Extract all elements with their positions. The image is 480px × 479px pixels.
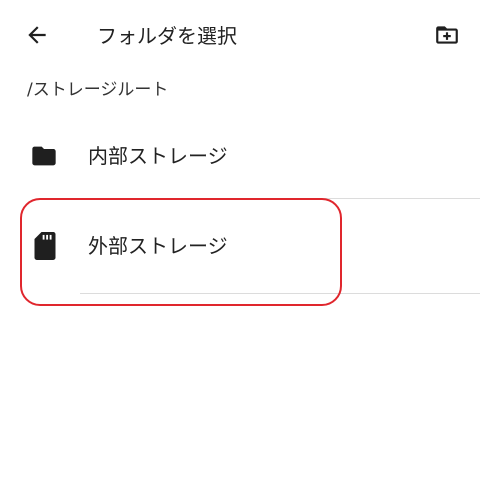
- arrow-left-icon: [24, 22, 50, 52]
- folder-icon: [30, 142, 58, 174]
- storage-item-external[interactable]: 外部ストレージ: [0, 199, 480, 294]
- app-toolbar: フォルダを選択: [0, 0, 480, 72]
- current-path: /ストレージルート: [27, 80, 169, 100]
- storage-item-label: 内部ストレージ: [88, 144, 228, 168]
- back-button[interactable]: [20, 20, 54, 54]
- create-new-folder-icon: [434, 22, 460, 52]
- new-folder-button[interactable]: [430, 20, 464, 54]
- storage-item-internal[interactable]: 内部ストレージ: [0, 104, 480, 199]
- storage-item-label: 外部ストレージ: [88, 234, 228, 258]
- folder-picker-screen: フォルダを選択 /ストレージルート 内部ストレージ 外部ストレージ: [0, 0, 480, 479]
- sd-card-icon: [33, 232, 57, 264]
- page-title: フォルダを選択: [97, 24, 237, 48]
- divider: [80, 293, 480, 294]
